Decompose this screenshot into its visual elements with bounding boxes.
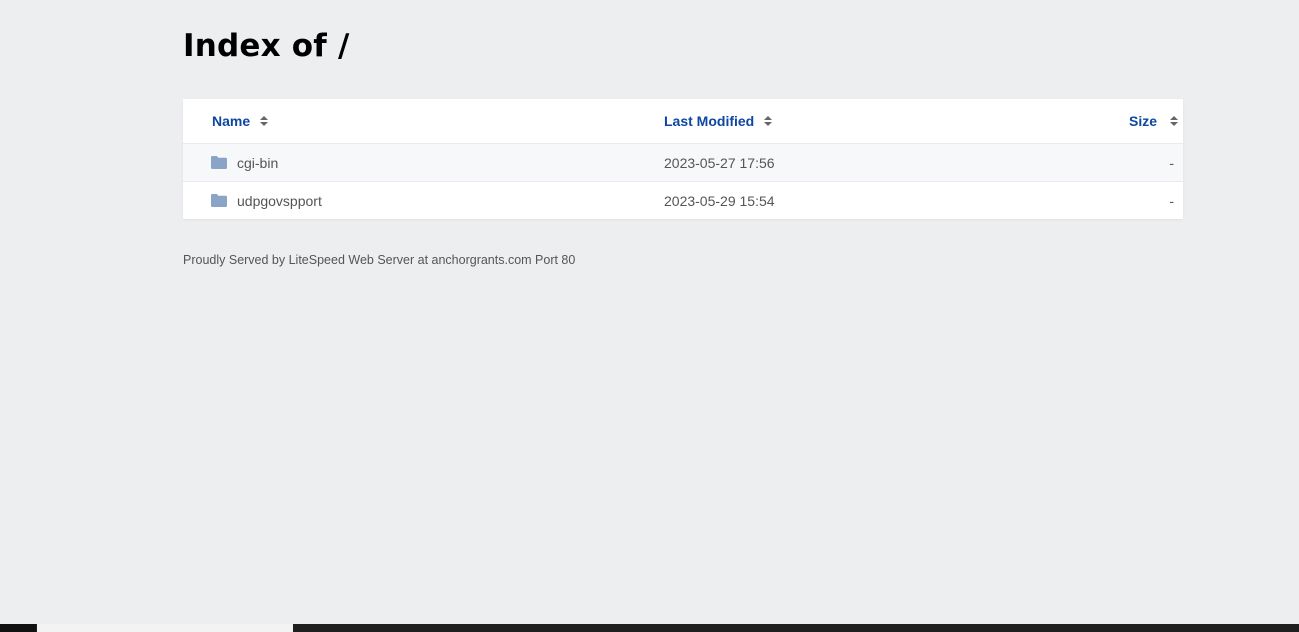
size-header-label: Size (1128, 113, 1157, 129)
table-row: udpgovspport 2023-05-29 15:54 - (183, 181, 1183, 219)
taskbar (0, 624, 1299, 632)
file-link-udpgovspport[interactable]: udpgovspport (211, 182, 322, 219)
table-row: cgi-bin 2023-05-27 17:56 - (183, 143, 1183, 181)
file-table: Name Last Modified Size cgi-bin 2023-05-… (183, 99, 1183, 219)
file-modified: 2023-05-29 15:54 (664, 192, 775, 209)
name-header-label: Name (212, 113, 251, 129)
server-footer: Proudly Served by LiteSpeed Web Server a… (183, 253, 576, 267)
page-title: Index of / (183, 28, 350, 64)
file-name: udpgovspport (237, 192, 322, 209)
file-modified: 2023-05-27 17:56 (664, 154, 775, 171)
file-size: - (1169, 192, 1174, 209)
start-button[interactable] (0, 624, 36, 632)
sort-arrows-icon (764, 116, 773, 126)
file-size: - (1169, 154, 1174, 171)
taskbar-search-box[interactable] (37, 624, 293, 632)
sort-by-last-modified-header[interactable]: Last Modified (664, 99, 773, 143)
sort-by-size-header[interactable]: Size (1129, 99, 1183, 143)
folder-icon (211, 194, 227, 207)
file-link-cgi-bin[interactable]: cgi-bin (211, 144, 279, 181)
sort-by-name-header[interactable]: Name (212, 99, 269, 143)
file-name: cgi-bin (237, 154, 279, 171)
last-modified-header-label: Last Modified (664, 113, 755, 129)
folder-icon (211, 156, 227, 169)
sort-arrows-icon (260, 116, 269, 126)
sort-arrows-icon (1170, 116, 1178, 126)
table-header-row: Name Last Modified Size (183, 99, 1183, 143)
